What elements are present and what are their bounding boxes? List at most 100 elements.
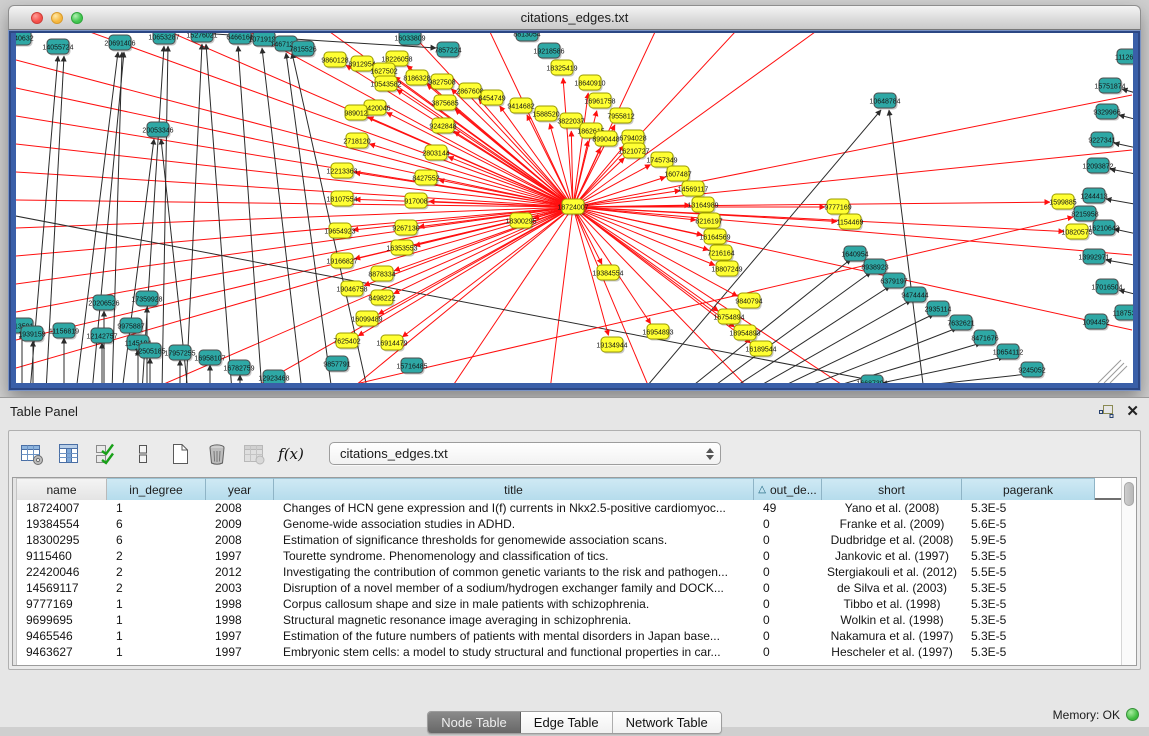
- graph-node[interactable]: 9414682: [507, 98, 534, 115]
- network-canvas[interactable]: 1640632140557242069140610653287152760216…: [16, 33, 1133, 383]
- graph-node[interactable]: 6379197: [880, 273, 907, 290]
- graph-node[interactable]: 1187533: [1113, 305, 1133, 322]
- graph-node[interactable]: 15276021: [186, 33, 217, 44]
- graph-node[interactable]: 16687304: [856, 375, 887, 383]
- graph-node[interactable]: 16164569: [699, 229, 730, 246]
- minimize-window-icon[interactable]: [51, 12, 63, 24]
- graph-node[interactable]: 7955812: [607, 108, 634, 125]
- graph-node[interactable]: 20691406: [104, 35, 135, 52]
- graph-node[interactable]: 18807249: [711, 261, 742, 278]
- graph-node[interactable]: 19384554: [592, 265, 623, 282]
- graph-node[interactable]: 8498222: [368, 290, 395, 307]
- float-panel-icon[interactable]: [1099, 405, 1114, 419]
- column-header-pagerank[interactable]: pagerank: [962, 478, 1095, 500]
- graph-node[interactable]: 1599885: [1049, 194, 1076, 211]
- graph-node[interactable]: 16958107: [194, 350, 225, 367]
- graph-node[interactable]: 10543582: [370, 76, 401, 93]
- graph-node[interactable]: 2803144: [422, 145, 449, 162]
- graph-node[interactable]: 14569117: [678, 181, 709, 198]
- network-canvas-svg[interactable]: 1640632140557242069140610653287152760216…: [16, 33, 1133, 383]
- graph-node[interactable]: 16954893: [642, 324, 673, 341]
- graph-node[interactable]: 7625402: [333, 333, 360, 350]
- graph-node[interactable]: 1640632: [16, 33, 34, 47]
- close-window-icon[interactable]: [31, 12, 43, 24]
- table-row[interactable]: 946362711997Embryonic stem cells: a mode…: [17, 644, 1121, 660]
- graph-node[interactable]: 1154469: [837, 214, 864, 231]
- graph-node[interactable]: 9857791: [323, 356, 350, 373]
- graph-node[interactable]: 16033809: [394, 33, 425, 47]
- graph-node[interactable]: 1588520: [532, 106, 559, 123]
- graph-node[interactable]: 1939159: [18, 326, 45, 343]
- delete-column-icon[interactable]: [204, 441, 230, 467]
- graph-node[interactable]: 9227341: [1088, 132, 1115, 149]
- graph-node[interactable]: 17359928: [131, 291, 162, 308]
- graph-node[interactable]: 10648784: [869, 93, 900, 110]
- graph-node[interactable]: 19166827: [326, 253, 357, 270]
- graph-node[interactable]: 8186328: [403, 70, 430, 87]
- graph-node[interactable]: 8454749: [478, 90, 505, 107]
- table-row[interactable]: 1456911722003Disruption of a novel membe…: [17, 580, 1121, 596]
- graph-node[interactable]: 8938923: [861, 259, 888, 276]
- graph-node[interactable]: 1244413: [1080, 188, 1107, 205]
- column-header-title[interactable]: title: [274, 478, 754, 500]
- graph-node[interactable]: 19218586: [533, 43, 564, 60]
- graph-node[interactable]: 18954893: [729, 325, 760, 342]
- graph-node[interactable]: 16782759: [223, 360, 254, 377]
- graph-node[interactable]: 16914479: [376, 335, 407, 352]
- graph-node[interactable]: 9840794: [735, 293, 762, 310]
- graph-node[interactable]: 8813054: [513, 33, 540, 43]
- graph-node[interactable]: 14055724: [42, 39, 73, 56]
- graph-node[interactable]: 18107554: [326, 191, 357, 208]
- select-all-rows-icon[interactable]: [93, 441, 119, 467]
- graph-node[interactable]: 19134944: [596, 337, 627, 354]
- graph-node[interactable]: 1094452: [1082, 314, 1109, 331]
- memory-status-indicator-icon[interactable]: [1126, 708, 1139, 721]
- graph-node[interactable]: 18300295: [505, 213, 536, 230]
- graph-node[interactable]: 12093872: [1082, 158, 1113, 175]
- graph-node[interactable]: 3875685: [431, 95, 458, 112]
- graph-node[interactable]: 13992971: [1078, 249, 1109, 266]
- graph-node[interactable]: 16210643: [1088, 220, 1119, 237]
- graph-node[interactable]: 2935114: [925, 301, 952, 318]
- graph-node[interactable]: 18325419: [546, 60, 577, 77]
- table-row[interactable]: 1872400712008Changes of HCN gene express…: [17, 500, 1121, 516]
- close-panel-icon[interactable]: ✕: [1126, 404, 1139, 419]
- row-height-icon[interactable]: [130, 441, 156, 467]
- graph-node[interactable]: 19654923: [324, 223, 355, 240]
- graph-node[interactable]: 1607487: [664, 166, 691, 183]
- graph-node[interactable]: 917008: [404, 193, 428, 210]
- table-row[interactable]: 977716911998Corpus callosum shape and si…: [17, 596, 1121, 612]
- graph-node[interactable]: 7857224: [434, 42, 461, 59]
- graph-node[interactable]: 8990448: [592, 131, 619, 148]
- table-vertical-scrollbar[interactable]: [1121, 478, 1136, 665]
- graph-node[interactable]: 17016504: [1091, 279, 1122, 296]
- graph-node[interactable]: 18640910: [574, 75, 605, 92]
- graph-node[interactable]: 9242848: [429, 118, 456, 135]
- graph-node[interactable]: 12923468: [258, 370, 289, 383]
- graph-node[interactable]: 19046758: [336, 281, 367, 298]
- graph-node[interactable]: 17957255: [164, 345, 195, 362]
- graph-node[interactable]: 9329966: [1093, 104, 1120, 121]
- graph-node[interactable]: 8471676: [971, 330, 998, 347]
- show-columns-icon[interactable]: [56, 441, 82, 467]
- table-mode-icon[interactable]: [19, 441, 45, 467]
- graph-node[interactable]: 12505185: [134, 343, 165, 360]
- graph-node[interactable]: 16189544: [745, 341, 776, 358]
- graph-node[interactable]: 9827508: [428, 74, 455, 91]
- graph-node[interactable]: 12213363: [326, 163, 357, 180]
- graph-node[interactable]: 20053346: [142, 122, 173, 139]
- graph-node[interactable]: 12142757: [86, 328, 117, 345]
- column-header-out_de[interactable]: △out_de...: [754, 478, 822, 500]
- graph-node[interactable]: 16210727: [618, 143, 649, 160]
- column-header-in_degree[interactable]: in_degree: [107, 478, 206, 500]
- table-row[interactable]: 1938455462009Genome-wide association stu…: [17, 516, 1121, 532]
- graph-node[interactable]: 8215958: [1071, 206, 1098, 223]
- function-builder-icon[interactable]: f(x): [278, 441, 304, 467]
- column-header-short[interactable]: short: [822, 478, 962, 500]
- graph-node[interactable]: 8878334: [368, 266, 395, 283]
- resize-grip-icon[interactable]: [1098, 360, 1127, 383]
- graph-node[interactable]: 1112684: [1115, 49, 1133, 66]
- graph-node[interactable]: 16099489: [351, 311, 382, 328]
- column-header-year[interactable]: year: [206, 478, 274, 500]
- table-row[interactable]: 911546021997Tourette syndrome. Phenomeno…: [17, 548, 1121, 564]
